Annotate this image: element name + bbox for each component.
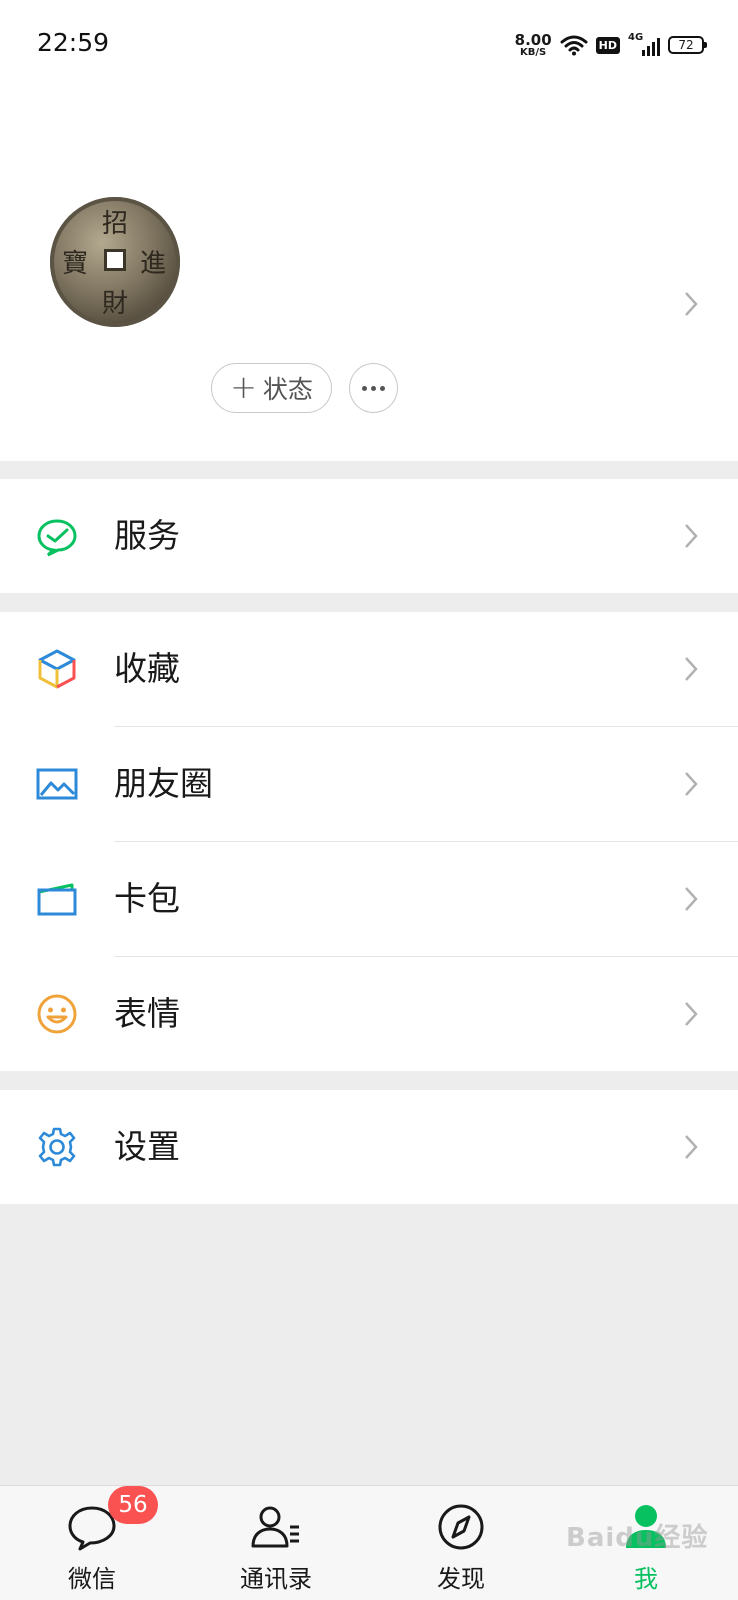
status-button-label: 状态: [262, 375, 313, 404]
menu-item-label: 设置: [114, 1127, 180, 1166]
network-speed-value: 8.00: [514, 30, 552, 49]
hd-badge: HD: [595, 36, 620, 54]
tab-label: 我: [634, 1565, 658, 1593]
network-type-label: 4G: [628, 32, 644, 43]
menu-item-cards[interactable]: 卡包: [0, 842, 738, 956]
unread-badge: 56: [108, 1486, 158, 1524]
chevron-right-icon: [685, 772, 698, 796]
avatar-char: 進: [140, 249, 167, 279]
chevron-right-icon: [685, 524, 698, 548]
avatar-char: 財: [102, 289, 129, 319]
wifi-icon: [560, 35, 588, 56]
tab-contacts[interactable]: 通讯录: [216, 1486, 336, 1600]
contacts-icon: [251, 1506, 299, 1548]
more-dot: [380, 385, 385, 391]
more-button[interactable]: [349, 363, 398, 413]
chevron-right-icon: [685, 1135, 698, 1159]
chevron-right-icon: [685, 657, 698, 681]
menu-item-services[interactable]: 服务: [0, 479, 738, 593]
status-bar: 22:59 8.00 KB/S HD 4G 72: [0, 0, 738, 90]
add-status-button[interactable]: + 状态: [211, 363, 332, 413]
plus-icon: +: [230, 367, 257, 406]
status-time: 22:59: [37, 28, 110, 57]
avatar-char: 寶: [62, 249, 89, 279]
cube-icon: [38, 649, 76, 689]
cellular-signal: 4G: [628, 32, 660, 56]
status-icons: 8.00 KB/S HD 4G 72: [514, 30, 707, 60]
menu-item-label: 表情: [114, 994, 180, 1033]
menu-item-settings[interactable]: 设置: [0, 1090, 738, 1204]
coin-hole: [104, 249, 126, 271]
battery-indicator: 72: [668, 36, 707, 54]
menu-item-label: 卡包: [114, 879, 180, 918]
network-speed-unit: KB/S: [520, 46, 547, 58]
menu-item-stickers[interactable]: 表情: [0, 957, 738, 1071]
tab-label: 发现: [437, 1565, 485, 1593]
services-group: 服务: [0, 479, 738, 593]
more-dot: [371, 385, 376, 391]
settings-group: 设置: [0, 1090, 738, 1204]
wallet-icon: [37, 883, 77, 916]
menu-item-favorites[interactable]: 收藏: [0, 612, 738, 726]
chevron-right-icon: [685, 887, 698, 911]
tab-discover[interactable]: 发现: [401, 1486, 521, 1600]
gear-icon: [38, 1127, 76, 1167]
smiley-icon: [37, 994, 77, 1034]
compass-icon: [438, 1504, 484, 1550]
image-icon: [36, 768, 78, 800]
profile-header[interactable]: 招 進 財 寶 + 状态: [0, 90, 738, 461]
menu-item-label: 朋友圈: [114, 764, 213, 803]
services-icon: [37, 519, 77, 557]
main-menu-group: 收藏 朋友圈 卡包 表情: [0, 612, 738, 1071]
avatar-char: 招: [102, 209, 129, 239]
network-speed: 8.00 KB/S: [514, 30, 552, 58]
menu-item-label: 服务: [114, 516, 180, 555]
avatar[interactable]: 招 進 財 寶: [50, 197, 180, 327]
tab-chats[interactable]: 微信 56: [32, 1486, 158, 1600]
tab-label: 通讯录: [240, 1565, 312, 1593]
tab-label: 微信: [68, 1565, 116, 1593]
watermark: Baidu经验: [566, 1523, 709, 1553]
more-dot: [362, 385, 367, 391]
chevron-right-icon[interactable]: [683, 290, 699, 318]
chevron-right-icon: [685, 1002, 698, 1026]
menu-item-moments[interactable]: 朋友圈: [0, 727, 738, 841]
menu-item-label: 收藏: [114, 649, 180, 688]
